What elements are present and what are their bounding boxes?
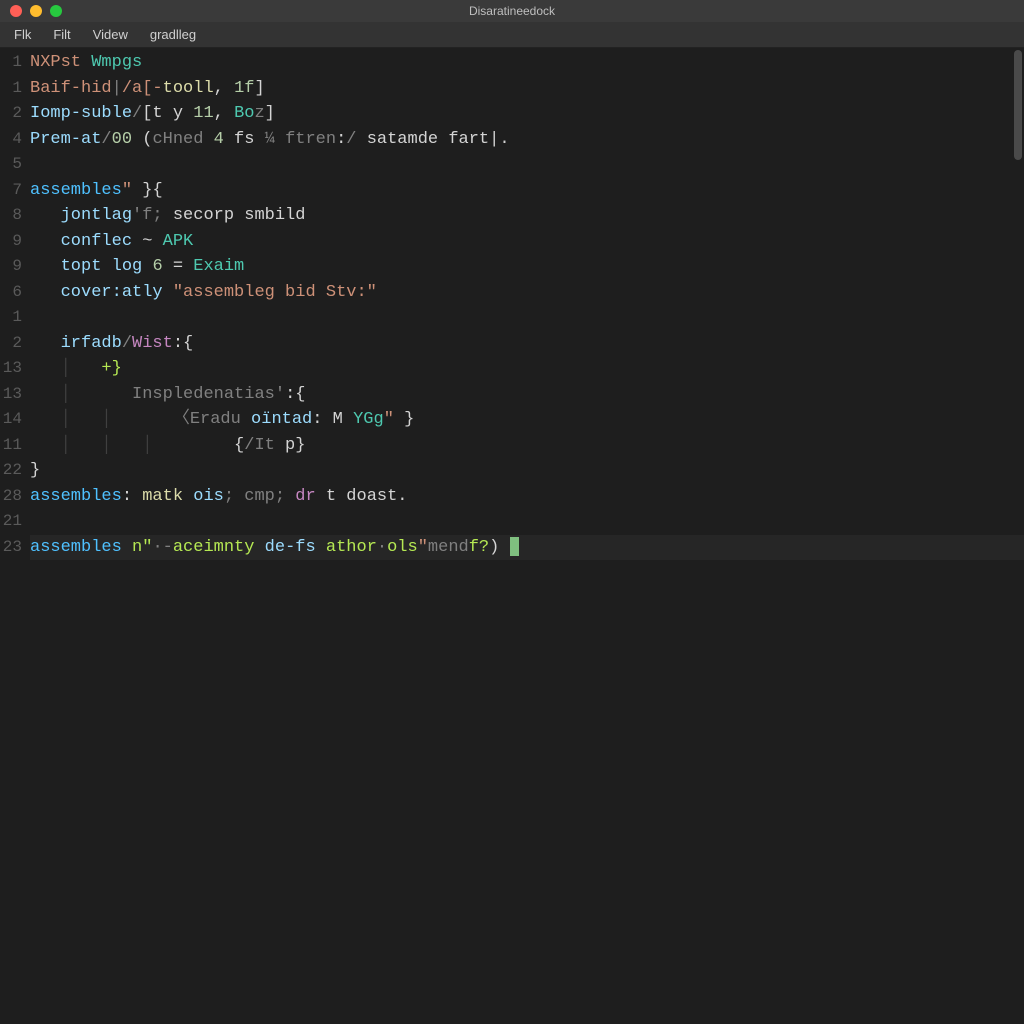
line-number[interactable]: 4 <box>0 127 22 153</box>
code-line[interactable]: cover:atly "assembleg bid Stv:" <box>30 280 1024 306</box>
code-line[interactable]: irfadb/Wist:{ <box>30 331 1024 357</box>
code-line[interactable]: assembles n"·-aceimnty de-fs athor·ols"m… <box>30 535 1024 561</box>
code-line[interactable]: topt log 6 = Exaim <box>30 254 1024 280</box>
menu-filt[interactable]: Filt <box>43 24 80 45</box>
line-number[interactable]: 14 <box>0 407 22 433</box>
close-icon[interactable] <box>10 5 22 17</box>
line-number[interactable]: 2 <box>0 101 22 127</box>
traffic-lights <box>0 5 62 17</box>
code-line[interactable] <box>30 305 1024 331</box>
code-line[interactable]: assembles" }{ <box>30 178 1024 204</box>
code-line[interactable] <box>30 509 1024 535</box>
line-number[interactable]: 2 <box>0 331 22 357</box>
code-line[interactable]: Prem-at/00 (cHned 4 fs ¼ ftren:/ satamde… <box>30 127 1024 153</box>
code-line[interactable]: │ │ 〈Eradu oïntad: M YGg" } <box>30 407 1024 433</box>
menu-gradleg[interactable]: gradlleg <box>140 24 206 45</box>
text-cursor <box>510 537 519 556</box>
scrollbar-thumb[interactable] <box>1014 50 1022 160</box>
code-line[interactable]: │ │ │ {/It p} <box>30 433 1024 459</box>
line-number[interactable]: 1 <box>0 305 22 331</box>
line-number[interactable]: 22 <box>0 458 22 484</box>
code-line[interactable]: conflec ~ APK <box>30 229 1024 255</box>
line-number[interactable]: 23 <box>0 535 22 561</box>
code-line[interactable]: │ Inspledenatias':{ <box>30 382 1024 408</box>
window-title: Disaratineedock <box>469 4 555 18</box>
line-number[interactable]: 28 <box>0 484 22 510</box>
menu-videw[interactable]: Videw <box>83 24 138 45</box>
code-viewport[interactable]: NXPst WmpgsBaif-hid|/a[-tooll, 1f]Iomp-s… <box>30 48 1024 1024</box>
line-number-gutter[interactable]: 1124578996121313141122282123 <box>0 48 30 1024</box>
line-number[interactable]: 8 <box>0 203 22 229</box>
editor-window: Disaratineedock Flk Filt Videw gradlleg … <box>0 0 1024 1024</box>
menu-flk[interactable]: Flk <box>4 24 41 45</box>
code-line[interactable]: assembles: matk ois; cmp; dr t doast. <box>30 484 1024 510</box>
minimize-icon[interactable] <box>30 5 42 17</box>
line-number[interactable]: 21 <box>0 509 22 535</box>
line-number[interactable]: 9 <box>0 254 22 280</box>
code-line[interactable] <box>30 152 1024 178</box>
code-line[interactable]: jontlag'f; secorp smbild <box>30 203 1024 229</box>
line-number[interactable]: 5 <box>0 152 22 178</box>
code-line[interactable]: Baif-hid|/a[-tooll, 1f] <box>30 76 1024 102</box>
code-line[interactable]: } <box>30 458 1024 484</box>
code-line[interactable]: Iomp-suble/[t y 11, Boz] <box>30 101 1024 127</box>
scrollbar-track[interactable] <box>1012 48 1024 1024</box>
line-number[interactable]: 9 <box>0 229 22 255</box>
titlebar[interactable]: Disaratineedock <box>0 0 1024 22</box>
maximize-icon[interactable] <box>50 5 62 17</box>
line-number[interactable]: 11 <box>0 433 22 459</box>
code-line[interactable]: NXPst Wmpgs <box>30 50 1024 76</box>
line-number[interactable]: 1 <box>0 50 22 76</box>
line-number[interactable]: 13 <box>0 356 22 382</box>
line-number[interactable]: 6 <box>0 280 22 306</box>
line-number[interactable]: 1 <box>0 76 22 102</box>
code-line[interactable]: │ +} <box>30 356 1024 382</box>
menubar: Flk Filt Videw gradlleg <box>0 22 1024 48</box>
line-number[interactable]: 13 <box>0 382 22 408</box>
line-number[interactable]: 7 <box>0 178 22 204</box>
editor-area[interactable]: 1124578996121313141122282123 NXPst Wmpgs… <box>0 48 1024 1024</box>
